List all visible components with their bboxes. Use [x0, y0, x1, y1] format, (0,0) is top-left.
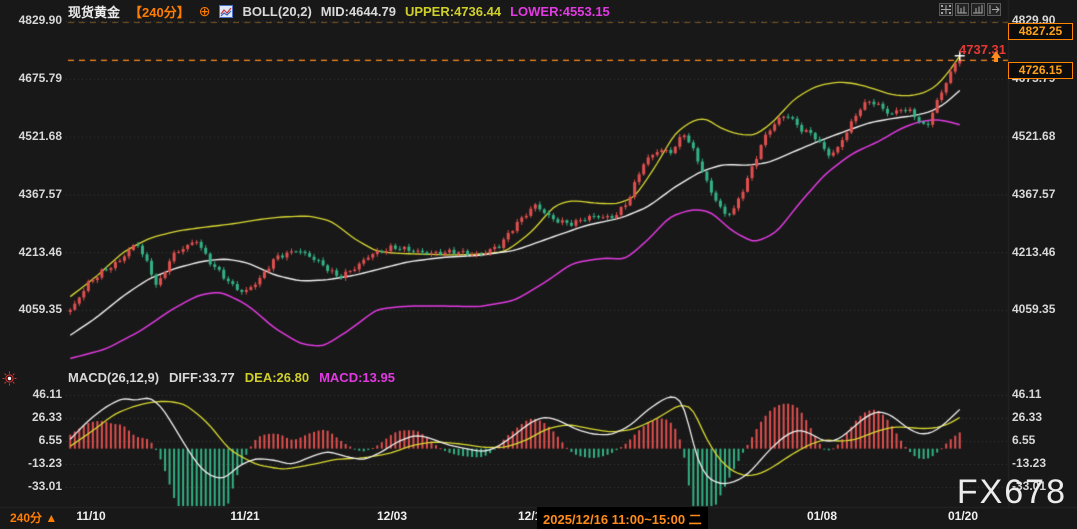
macd-value: MACD:13.95: [319, 370, 395, 385]
fx678-watermark: FX678: [957, 473, 1067, 512]
macd-header: MACD(26,12,9) DIFF:33.77 DEA:26.80 MACD:…: [68, 370, 395, 385]
period-indicator[interactable]: 240分 ▲: [10, 509, 57, 526]
price-alert-arrow-icon[interactable]: [988, 49, 1004, 70]
macd-axis-label: 6.55: [1012, 433, 1035, 447]
macd-axis-label: 26.33: [1012, 410, 1042, 424]
symbol-name: 现货黄金: [68, 2, 120, 21]
price-axis-label: 4675.79: [0, 71, 62, 85]
target-crosshair-icon[interactable]: ⊕: [199, 3, 211, 20]
scale-left-axis-icon[interactable]: [955, 3, 969, 16]
price-chart-canvas[interactable]: [0, 0, 1077, 529]
boll-indicator-label: BOLL(20,2): [242, 4, 311, 19]
date-tick: 11/21: [230, 509, 259, 523]
period-selector[interactable]: 【240分】: [129, 2, 190, 21]
macd-axis-label: -13.23: [0, 456, 62, 470]
macd-dea-value: DEA:26.80: [245, 370, 309, 385]
macd-diff-value: DIFF:33.77: [169, 370, 235, 385]
macd-axis-label: 26.33: [0, 410, 62, 424]
macd-axis-label: 46.11: [1012, 387, 1041, 401]
time-axis: 240分 ▲ 11/10 11/21 12/03 12/1 01/08 01/2…: [0, 509, 1077, 527]
pan-right-icon[interactable]: [987, 3, 1001, 16]
chart-header: 现货黄金 【240分】 ⊕ BOLL(20,2) MID:4644.79 UPP…: [68, 3, 610, 20]
trading-chart-app: 现货黄金 【240分】 ⊕ BOLL(20,2) MID:4644.79 UPP…: [0, 0, 1077, 529]
scale-right-axis-icon[interactable]: [971, 3, 985, 16]
date-tick: 11/10: [76, 509, 105, 523]
price-axis-label: 4521.68: [1012, 129, 1055, 143]
macd-axis-label: 6.55: [0, 433, 62, 447]
price-axis-label: 4521.68: [0, 129, 62, 143]
date-tick: 12/03: [377, 509, 407, 523]
boll-mid-value: MID:4644.79: [321, 4, 396, 19]
price-axis-label: 4213.46: [0, 245, 62, 259]
price-axis-label: 4059.35: [1012, 302, 1055, 316]
last-price-box: 4726.15: [1008, 62, 1073, 79]
period-text: 240分: [10, 511, 42, 525]
crosshair-datetime-tooltip: 2025/12/16 11:00~15:00 二: [537, 507, 708, 529]
macd-axis-label: 46.11: [0, 387, 62, 401]
price-axis-label: 4829.90: [0, 13, 62, 27]
date-tick: 01/08: [807, 509, 837, 523]
period-up-arrow-icon: ▲: [45, 511, 57, 525]
macd-axis-label: -13.23: [1012, 456, 1046, 470]
boll-upper-value: UPPER:4736.44: [405, 4, 501, 19]
chart-toolbar: [939, 3, 1001, 16]
move-tool-icon[interactable]: [939, 3, 953, 16]
price-axis-label: 4059.35: [0, 302, 62, 316]
price-axis-label: 4213.46: [1012, 245, 1055, 259]
boll-lower-value: LOWER:4553.15: [510, 4, 610, 19]
mini-chart-icon[interactable]: [219, 5, 233, 18]
alert-price-box: 4827.25: [1008, 23, 1073, 40]
price-axis-label: 4367.57: [0, 187, 62, 201]
macd-indicator-label: MACD(26,12,9): [68, 370, 159, 385]
price-axis-label: 4367.57: [1012, 187, 1055, 201]
macd-axis-label: -33.01: [0, 479, 62, 493]
